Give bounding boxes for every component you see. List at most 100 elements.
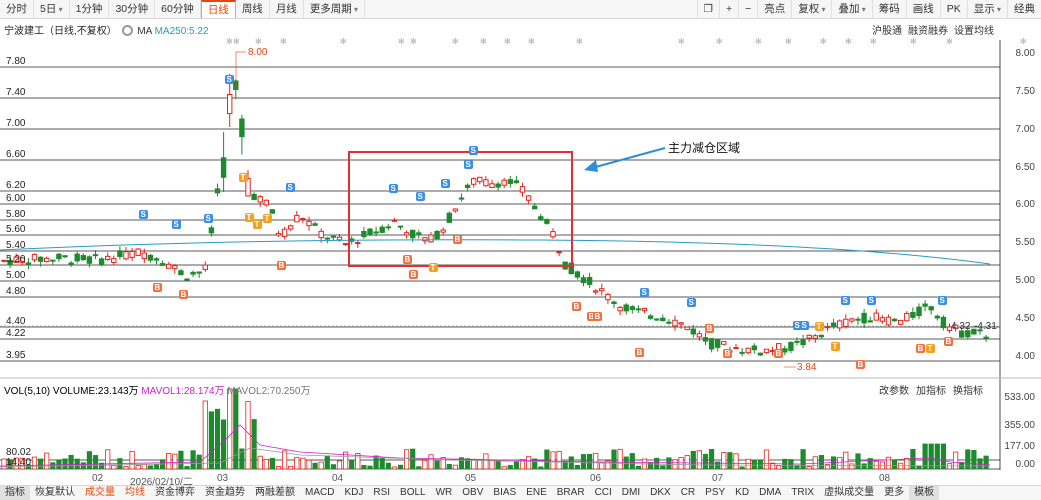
price-label-left: 5.40 (6, 240, 26, 251)
vol-tool-1[interactable]: 加指标 (916, 386, 946, 397)
indicator-tab-14[interactable]: ENE (521, 486, 552, 500)
indicator-tab-7[interactable]: MACD (300, 486, 339, 500)
buy-signal-glyph: B (279, 261, 285, 270)
indicator-tab-19[interactable]: CR (676, 486, 700, 500)
indicator-tab-3[interactable]: 均线 (120, 486, 150, 500)
candle-body (105, 255, 111, 260)
event-star-icon[interactable]: ✻ (504, 37, 511, 46)
volume-bar (434, 460, 440, 470)
event-star-icon[interactable]: ✻ (785, 37, 792, 46)
candle-body (800, 339, 806, 346)
event-star-icon[interactable]: ✻ (255, 37, 262, 46)
event-star-icon[interactable]: ✻ (910, 37, 917, 46)
candle-body (519, 186, 526, 193)
indicator-tab-25[interactable]: 更多 (879, 486, 909, 500)
event-star-icon[interactable]: ✻ (755, 37, 762, 46)
event-star-icon[interactable]: ✻ (280, 37, 287, 46)
event-star-icon[interactable]: ✻ (233, 37, 240, 46)
price-label-right: 7.00 (1015, 124, 1035, 135)
candle-body (855, 318, 861, 321)
candle-body (178, 270, 184, 276)
candle-body (837, 320, 843, 329)
indicator-tab-20[interactable]: PSY (700, 486, 730, 500)
event-star-icon[interactable]: ✻ (845, 37, 852, 46)
volume-bar (483, 453, 489, 470)
candle-body (281, 228, 288, 237)
candle-body (538, 216, 544, 221)
indicator-tab-21[interactable]: KD (730, 486, 754, 500)
candle-body (751, 345, 757, 351)
sell-signal-glyph: S (141, 210, 147, 219)
vol-tool-0[interactable]: 改参数 (879, 386, 909, 397)
price-label-left: 6.60 (6, 149, 26, 160)
volume-bar (123, 466, 129, 470)
volume-bar (306, 459, 312, 470)
candle-body (68, 262, 74, 265)
volume-bar (288, 466, 294, 470)
indicator-tab-16[interactable]: CCI (590, 486, 617, 500)
indicator-tab-5[interactable]: 资金趋势 (200, 486, 250, 500)
indicator-tab-26[interactable]: 模板 (909, 486, 940, 500)
volume-bar (251, 419, 257, 470)
volume-bar (599, 462, 605, 470)
volume-bar (172, 453, 178, 470)
candle-body (306, 220, 312, 227)
indicator-tab-12[interactable]: OBV (457, 486, 488, 500)
volume-bar (660, 465, 666, 470)
indicator-tab-6[interactable]: 两融差额 (250, 486, 300, 500)
event-star-icon[interactable]: ✻ (480, 37, 487, 46)
indicator-tab-22[interactable]: DMA (754, 486, 786, 500)
event-star-icon[interactable]: ✻ (576, 37, 583, 46)
candle-body (403, 232, 410, 236)
event-star-icon[interactable]: ✻ (226, 37, 233, 46)
t-signal-glyph: T (928, 344, 933, 353)
indicator-tab-10[interactable]: BOLL (395, 486, 431, 500)
buy-signal-glyph: B (725, 349, 731, 358)
indicator-tab-9[interactable]: RSI (368, 486, 395, 500)
event-star-icon[interactable]: ✻ (410, 37, 417, 46)
indicator-tab-4[interactable]: 资金博弈 (150, 486, 200, 500)
sell-signal-glyph: S (642, 288, 648, 297)
indicator-tab-0[interactable]: 指标 (0, 486, 30, 500)
volume-bar (794, 464, 800, 470)
kline-chart[interactable]: 8.003.844.32 -4.31SSSSS SSSSSSSS SS S SBBBBBB… (0, 0, 1041, 500)
event-star-icon[interactable]: ✻ (820, 37, 827, 46)
volume-bar (141, 463, 147, 470)
event-star-icon[interactable]: ✻ (678, 37, 685, 46)
indicator-tab-15[interactable]: BRAR (552, 486, 590, 500)
candle-body (37, 256, 44, 262)
event-star-icon[interactable]: ✻ (870, 37, 877, 46)
event-star-icon[interactable]: ✻ (452, 37, 459, 46)
indicator-tab-1[interactable]: 恢复默认 (30, 486, 80, 500)
event-star-icon[interactable]: ✻ (1020, 37, 1027, 46)
candle-body (184, 278, 190, 281)
vol-tool-2[interactable]: 换指标 (953, 386, 983, 397)
volume-bar (916, 465, 922, 470)
event-star-icon[interactable]: ✻ (716, 37, 723, 46)
candle-body (385, 226, 392, 229)
indicator-tab-8[interactable]: KDJ (339, 486, 368, 500)
indicator-tab-23[interactable]: TRIX (786, 486, 819, 500)
event-star-icon[interactable]: ✻ (340, 37, 347, 46)
price-label-left: 3.95 (6, 350, 26, 361)
candle-body (397, 225, 404, 228)
candle-body (214, 188, 221, 194)
indicator-tab-13[interactable]: BIAS (488, 486, 521, 500)
candle-body (812, 335, 818, 339)
event-star-icon[interactable]: ✻ (528, 37, 535, 46)
indicator-tab-18[interactable]: DKX (645, 486, 676, 500)
buy-signal-glyph: B (405, 255, 411, 264)
indicator-tab-17[interactable]: DMI (617, 486, 645, 500)
indicator-tab-2[interactable]: 成交量 (80, 486, 120, 500)
indicator-tab-24[interactable]: 虚拟成交量 (819, 486, 879, 500)
indicator-tab-11[interactable]: WR (431, 486, 458, 500)
volume-bar (849, 463, 855, 470)
event-star-icon[interactable]: ✻ (398, 37, 405, 46)
buy-signal-glyph: B (155, 283, 161, 292)
buy-signal-glyph: B (707, 324, 713, 333)
candle-body (172, 265, 178, 270)
event-star-icon[interactable]: ✻ (946, 37, 953, 46)
volume-bar (519, 459, 526, 470)
volume-bar (403, 449, 410, 470)
volume-bar (92, 455, 99, 470)
